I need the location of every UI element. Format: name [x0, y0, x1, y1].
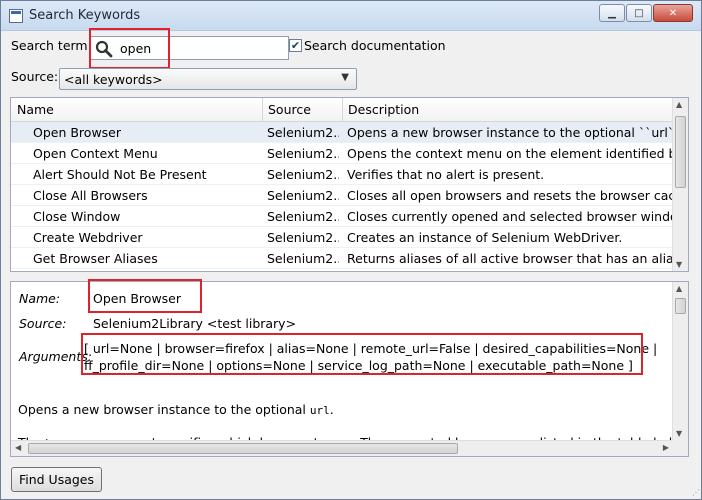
chevron-down-icon: ▼	[341, 72, 349, 83]
maximize-button[interactable]: □	[626, 4, 652, 22]
column-header-description[interactable]: Description	[348, 102, 419, 117]
table-body: Open Browser Selenium2... Opens a new brow…	[11, 122, 681, 271]
search-keywords-window: Search Keywords ▁ □ ✕ Search term: ✔ Sea…	[0, 0, 702, 500]
source-select[interactable]: <all keywords> ▼	[59, 68, 357, 90]
find-usages-button[interactable]: Find Usages	[11, 467, 102, 492]
arguments-highlight-box	[81, 333, 643, 375]
source-label: Source:	[11, 69, 59, 84]
search-documentation-label: Search documentation	[304, 38, 446, 53]
doc-text: .	[329, 402, 334, 417]
scrollbar-corner	[672, 440, 688, 456]
keyword-description-cell: Closes all open browsers and resets the …	[347, 188, 672, 203]
keyword-source-cell: Selenium2...	[267, 251, 339, 266]
column-header-source[interactable]: Source	[268, 102, 311, 117]
table-header: Name Source Description	[11, 98, 681, 122]
doc-code: url	[309, 404, 330, 417]
table-row[interactable]: Close All Browsers Selenium2... Closes all…	[11, 185, 681, 206]
search-documentation-checkbox[interactable]: ✔	[289, 39, 302, 52]
scroll-left-icon[interactable]: ◀	[15, 443, 21, 452]
close-button[interactable]: ✕	[653, 4, 693, 22]
name-highlight-box	[88, 279, 202, 313]
title-bar: Search Keywords ▁ □ ✕	[1, 1, 701, 31]
table-row[interactable]: Create Webdriver Selenium2... Creates an i…	[11, 227, 681, 248]
keyword-source-cell: Selenium2...	[267, 125, 339, 140]
keyword-name-cell: Open Browser	[33, 125, 122, 140]
source-select-value: <all keywords>	[64, 72, 163, 87]
table-row[interactable]: Get CookiesSelenium2...Returns all cooki…	[11, 269, 681, 271]
details-horizontal-scrollbar[interactable]: ◀ ▶	[11, 440, 673, 456]
keyword-source-cell: Selenium2...	[267, 230, 339, 245]
column-divider[interactable]	[262, 98, 263, 122]
keyword-description-cell: Creates an instance of Selenium WebDrive…	[347, 230, 623, 245]
keyword-name-cell: Open Context Menu	[33, 146, 158, 161]
table-row[interactable]: Get Browser Aliases Selenium2... Returns a…	[11, 248, 681, 269]
scroll-thumb[interactable]	[675, 116, 686, 188]
search-highlight-box	[89, 28, 170, 69]
caption-buttons: ▁ □ ✕	[598, 4, 693, 22]
scroll-down-icon[interactable]: ▼	[676, 429, 682, 438]
keyword-description-cell: Returns aliases of all active browser th…	[347, 251, 672, 266]
details-name-label: Name:	[19, 291, 61, 306]
resize-grip-icon[interactable]: ⋰	[692, 488, 700, 497]
keyword-description-cell: Verifies that no alert is present.	[347, 167, 545, 182]
keyword-description-cell: Closes currently opened and selected bro…	[347, 209, 672, 224]
table-row[interactable]: Open Context Menu Selenium2... Opens the c…	[11, 143, 681, 164]
keyword-description-cell: Opens a new browser instance to the opti…	[347, 125, 672, 140]
details-source-label: Source:	[19, 316, 67, 331]
keyword-source-cell: Selenium2...	[267, 209, 339, 224]
keyword-description-cell: Opens the context menu on the element id…	[347, 146, 672, 161]
table-row[interactable]: Alert Should Not Be Present Selenium2... V…	[11, 164, 681, 185]
table-scrollbar[interactable]: ▲ ▼	[672, 98, 688, 271]
keyword-name-cell: Alert Should Not Be Present	[33, 167, 207, 182]
scroll-up-icon[interactable]: ▲	[676, 284, 682, 293]
column-header-name[interactable]: Name	[17, 102, 54, 117]
search-term-label: Search term:	[11, 38, 92, 53]
table-row[interactable]: Close Window Selenium2... Closes currently…	[11, 206, 681, 227]
keyword-source-cell: Selenium2...	[267, 188, 339, 203]
maximize-icon: □	[634, 7, 644, 19]
app-icon	[9, 9, 23, 23]
minimize-button[interactable]: ▁	[599, 4, 625, 22]
keyword-name-cell: Create Webdriver	[33, 230, 143, 245]
keyword-table: Name Source Description Open Browser Sele…	[10, 97, 689, 272]
checkmark-icon: ✔	[290, 39, 301, 52]
keyword-name-cell: Get Browser Aliases	[33, 251, 158, 266]
keyword-name-cell: Close Window	[33, 209, 121, 224]
minimize-icon: ▁	[608, 7, 616, 19]
scroll-down-icon[interactable]: ▼	[676, 260, 682, 269]
table-row[interactable]: Open Browser Selenium2... Opens a new brow…	[11, 122, 681, 143]
doc-text: Opens a new browser instance to the opti…	[18, 402, 310, 417]
details-source-value: Selenium2Library <test library>	[93, 316, 297, 331]
keyword-name-cell: Close All Browsers	[33, 188, 148, 203]
scroll-right-icon[interactable]: ▶	[663, 443, 669, 452]
scroll-thumb[interactable]	[28, 443, 458, 454]
close-icon: ✕	[668, 7, 678, 19]
keyword-source-cell: Selenium2...	[267, 146, 339, 161]
documentation-line-1: Opens a new browser instance to the opti…	[18, 402, 334, 417]
window-title: Search Keywords	[29, 8, 141, 23]
column-divider[interactable]	[342, 98, 343, 122]
keyword-source-cell: Selenium2...	[267, 167, 339, 182]
scroll-up-icon[interactable]: ▲	[676, 100, 682, 109]
details-vertical-scrollbar[interactable]: ▲ ▼	[672, 282, 688, 440]
scroll-thumb[interactable]	[675, 298, 686, 314]
